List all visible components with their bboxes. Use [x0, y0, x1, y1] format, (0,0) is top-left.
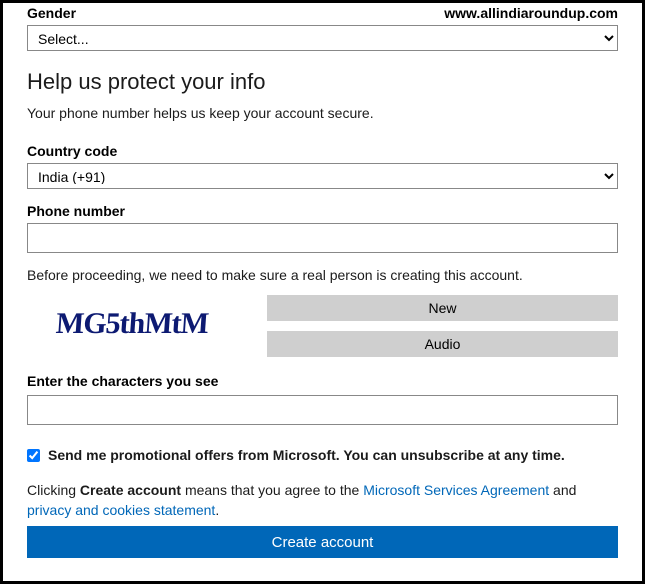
promo-checkbox[interactable] [27, 449, 40, 462]
captcha-enter-label: Enter the characters you see [27, 373, 618, 389]
captcha-image: MG5thMtM [25, 295, 239, 353]
captcha-input[interactable] [27, 395, 618, 425]
create-account-button[interactable]: Create account [27, 526, 618, 558]
country-code-select[interactable]: India (+91) [27, 163, 618, 189]
legal-prefix: Clicking [27, 482, 80, 498]
phone-input[interactable] [27, 223, 618, 253]
captcha-new-button[interactable]: New [267, 295, 618, 321]
services-agreement-link[interactable]: Microsoft Services Agreement [363, 482, 549, 498]
captcha-audio-button[interactable]: Audio [267, 331, 618, 357]
legal-sep: and [549, 482, 576, 498]
promo-label: Send me promotional offers from Microsof… [48, 447, 565, 463]
country-code-label: Country code [27, 143, 618, 159]
legal-mid: means that you agree to the [181, 482, 363, 498]
phone-label: Phone number [27, 203, 618, 219]
legal-text: Clicking Create account means that you a… [27, 481, 618, 520]
gender-select[interactable]: Select... [27, 25, 618, 51]
legal-bold: Create account [80, 482, 181, 498]
captcha-before-text: Before proceeding, we need to make sure … [27, 267, 618, 283]
section-subtext: Your phone number helps us keep your acc… [27, 105, 618, 121]
privacy-statement-link[interactable]: privacy and cookies statement [27, 502, 215, 518]
section-heading: Help us protect your info [27, 69, 618, 95]
legal-suffix: . [215, 502, 219, 518]
watermark-text: www.allindiaroundup.com [444, 5, 618, 21]
